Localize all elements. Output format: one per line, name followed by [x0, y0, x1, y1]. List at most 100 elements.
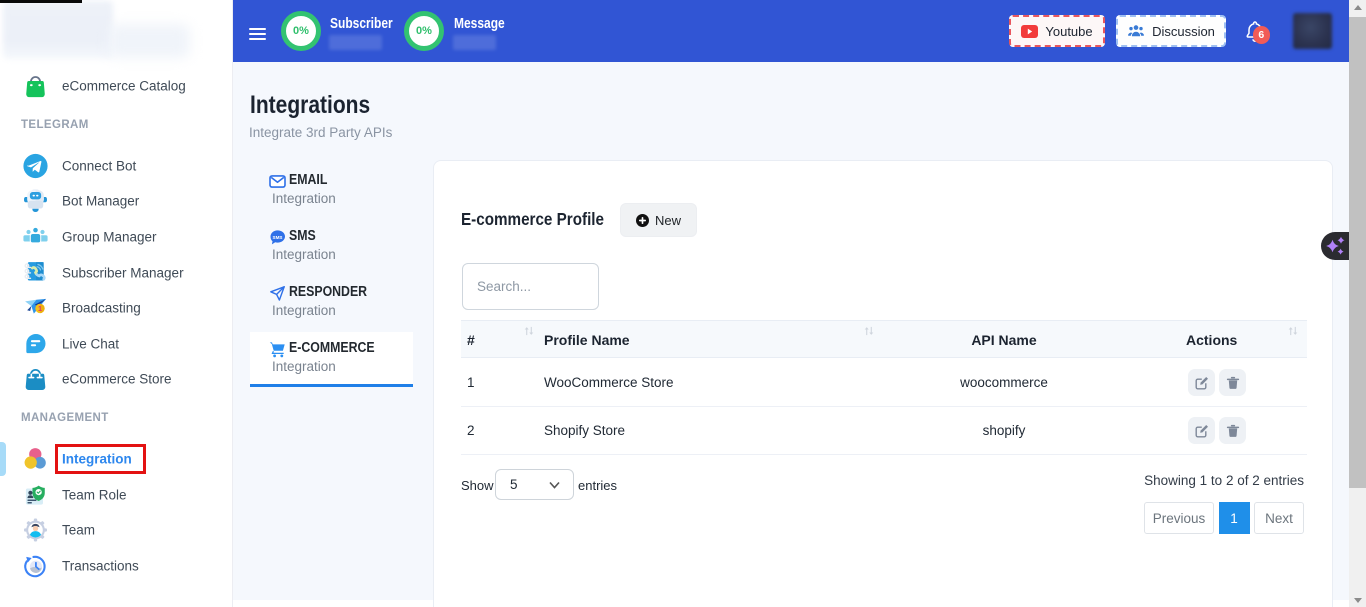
sidebar-item-bot-manager[interactable]: Bot Manager — [0, 184, 233, 218]
sort-icon[interactable] — [864, 325, 874, 337]
active-item-indicator — [0, 442, 6, 476]
edit-button[interactable] — [1188, 369, 1215, 396]
sidebar-item-label: eCommerce Store — [62, 372, 172, 387]
subnav-item-sub: Integration — [272, 247, 336, 262]
assistant-sparkle-button[interactable] — [1321, 232, 1349, 260]
new-button-label: New — [655, 213, 681, 228]
scrollbar-up-arrow[interactable] — [1354, 5, 1362, 10]
user-avatar[interactable] — [1293, 13, 1332, 49]
new-button[interactable]: New — [620, 203, 697, 237]
sidebar-item-label: Bot Manager — [62, 194, 139, 209]
sidebar-item-live-chat[interactable]: Live Chat — [0, 327, 233, 361]
card-title: E-commerce Profile — [461, 209, 604, 230]
entries-label: entries — [578, 478, 617, 493]
robot-icon — [23, 189, 48, 214]
col-num[interactable]: # — [467, 321, 475, 359]
chevron-down-icon — [549, 481, 560, 489]
pagination-page-1-button[interactable]: 1 — [1219, 502, 1250, 534]
page-scrollbar[interactable] — [1349, 0, 1366, 607]
search-input[interactable] — [462, 263, 599, 310]
sparkles-icon — [1321, 232, 1349, 260]
broadcast-icon: 1 — [23, 296, 48, 321]
subnav-item-sms[interactable]: SMS SMS Integration — [250, 225, 413, 277]
discussion-button-label: Discussion — [1152, 24, 1215, 39]
sidebar-item-team-role[interactable]: Team Role — [0, 478, 233, 512]
chat-icon — [23, 332, 48, 357]
plus-circle-icon — [636, 214, 649, 227]
row-api: shopify — [904, 423, 1104, 438]
hamburger-bar — [249, 38, 266, 40]
telegram-icon — [23, 154, 48, 179]
row-api: woocommerce — [904, 375, 1104, 390]
hamburger-bar — [249, 33, 266, 35]
row-profile: Shopify Store — [544, 423, 625, 438]
sidebar-item-connect-bot[interactable]: Connect Bot — [0, 149, 233, 183]
edit-button[interactable] — [1188, 417, 1215, 444]
sidebar-item-subscriber-manager[interactable]: Subscriber Manager — [0, 256, 233, 290]
sidebar-item-label: Team Role — [62, 488, 127, 503]
page-size-select[interactable]: 5 — [495, 469, 574, 500]
sms-bubble-text: SMS — [273, 235, 283, 240]
top-black-bar — [0, 0, 82, 3]
subnav-item-title: EMAIL — [289, 172, 327, 188]
pagination-next-button[interactable]: Next — [1254, 502, 1304, 534]
hamburger-bar — [249, 28, 266, 30]
subnav-item-ecommerce[interactable]: E-COMMERCE Integration — [250, 337, 413, 389]
page-title: Integrations — [250, 91, 370, 120]
page-subtitle: Integrate 3rd Party APIs — [249, 125, 392, 140]
delete-button[interactable] — [1219, 417, 1246, 444]
sidebar-item-ecommerce-store[interactable]: eCommerce Store — [0, 362, 233, 396]
table-header: # Profile Name API Name Actions — [461, 320, 1307, 358]
message-widget-label: Message — [454, 15, 505, 32]
subnav-item-title: SMS — [289, 228, 316, 244]
message-progress-ring: 0% — [404, 11, 444, 51]
sidebar-item-ecommerce-catalog[interactable]: eCommerce Catalog — [0, 69, 233, 103]
scrollbar-thumb[interactable] — [1349, 17, 1366, 488]
sidebar-item-label: Transactions — [62, 559, 139, 574]
sidebar-item-label: Broadcasting — [62, 301, 141, 316]
team-role-icon — [23, 483, 48, 508]
app-logo-blurred-2 — [108, 24, 190, 58]
subnav-item-email[interactable]: EMAIL Integration — [250, 169, 413, 221]
youtube-button-label: Youtube — [1045, 24, 1092, 39]
sidebar-item-label: eCommerce Catalog — [62, 79, 186, 94]
youtube-button[interactable]: Youtube — [1009, 15, 1105, 47]
sidebar-item-broadcasting[interactable]: 1 Broadcasting — [0, 291, 233, 325]
users-icon — [1127, 24, 1145, 38]
scrollbar-down-arrow[interactable] — [1354, 598, 1362, 603]
annotation-red-box — [55, 444, 146, 474]
app-logo-blurred — [3, 1, 113, 59]
bag-blue-icon — [23, 367, 48, 392]
sidebar-item-label: Subscriber Manager — [62, 266, 184, 281]
subscriber-widget-label: Subscriber — [330, 15, 393, 32]
message-value-blurred — [453, 35, 496, 50]
team-icon — [23, 518, 48, 543]
subnav-item-sub: Integration — [272, 359, 336, 374]
message-percent: 0% — [404, 11, 444, 51]
sidebar-item-team[interactable]: Team — [0, 513, 233, 547]
sort-icon[interactable] — [524, 325, 534, 337]
ecommerce-profile-card: E-commerce Profile New # Profile Name AP… — [433, 160, 1333, 607]
sort-icon[interactable] — [1288, 325, 1298, 337]
subnav-item-sub: Integration — [272, 303, 336, 318]
subscriber-value-blurred — [329, 35, 382, 50]
table-row: 1 WooCommerce Store woocommerce — [461, 359, 1307, 407]
sidebar-item-group-manager[interactable]: Group Manager — [0, 220, 233, 254]
page-size-value: 5 — [510, 477, 518, 492]
contacts-icon — [23, 261, 48, 286]
show-label: Show — [461, 478, 494, 493]
discussion-button[interactable]: Discussion — [1116, 15, 1226, 47]
subnav-item-responder[interactable]: RESPONDER Integration — [250, 281, 413, 333]
delete-button[interactable] — [1219, 369, 1246, 396]
subscriber-percent: 0% — [281, 11, 321, 51]
col-actions[interactable]: Actions — [1186, 321, 1237, 359]
sidebar-item-transactions[interactable]: Transactions — [0, 549, 233, 583]
hamburger-menu-icon[interactable] — [249, 28, 266, 41]
col-profile-name[interactable]: Profile Name — [544, 321, 630, 359]
transactions-icon — [23, 554, 48, 579]
row-num: 1 — [467, 375, 475, 390]
row-num: 2 — [467, 423, 475, 438]
col-api-name[interactable]: API Name — [904, 321, 1104, 359]
integration-icon — [23, 447, 48, 472]
pagination-previous-button[interactable]: Previous — [1144, 502, 1214, 534]
